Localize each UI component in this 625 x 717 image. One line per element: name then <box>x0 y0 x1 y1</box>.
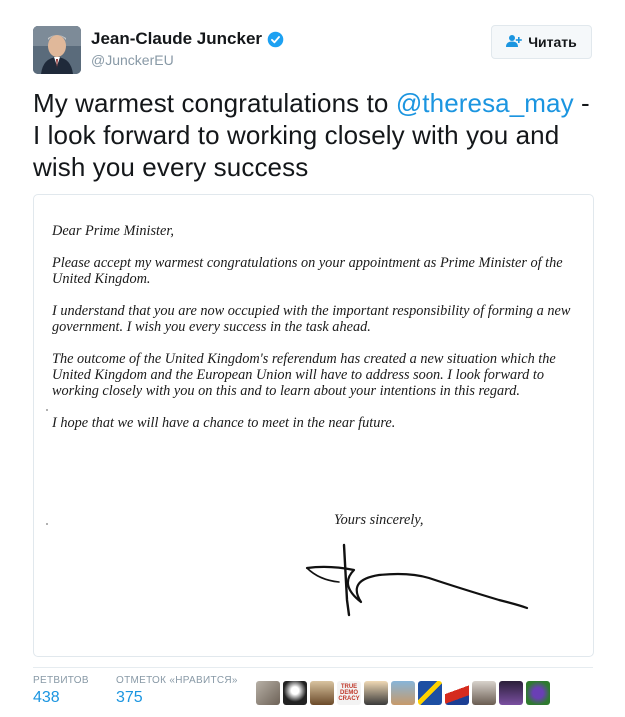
scan-dot <box>46 523 48 525</box>
author-name[interactable]: Jean-Claude Juncker <box>91 29 262 49</box>
liker-avatar[interactable] <box>418 681 442 705</box>
follow-user-icon <box>506 34 523 51</box>
signature-image <box>305 543 529 617</box>
letter-paragraph: I understand that you are now occupied w… <box>52 303 571 335</box>
likes-count[interactable]: 375 <box>116 689 143 707</box>
verified-badge-icon <box>267 31 284 48</box>
tweet-text-part-1: My warmest congratulations to <box>33 88 396 118</box>
letter-body: Dear Prime Minister, Please accept my wa… <box>52 223 577 447</box>
liker-avatar[interactable] <box>283 681 307 705</box>
mention-link[interactable]: @theresa_may <box>396 88 574 118</box>
letter-paragraph: The outcome of the United Kingdom's refe… <box>52 351 556 399</box>
liker-avatar[interactable] <box>445 681 469 705</box>
likes-label[interactable]: ОТМЕТОК «НРАВИТСЯ» <box>116 675 238 686</box>
liker-badge-text: TRUE DEMO CRACY <box>338 684 360 702</box>
liker-avatar[interactable] <box>472 681 496 705</box>
liker-avatar[interactable] <box>526 681 550 705</box>
tweet-text: My warmest congratulations to @theresa_m… <box>33 87 598 183</box>
liker-avatar[interactable] <box>499 681 523 705</box>
liker-avatar[interactable] <box>391 681 415 705</box>
letter-paragraph: I hope that we will have a chance to mee… <box>52 415 396 431</box>
liker-avatar[interactable] <box>256 681 280 705</box>
liker-avatar[interactable] <box>310 681 334 705</box>
retweets-count[interactable]: 438 <box>33 689 60 707</box>
author-handle[interactable]: @JunckerEU <box>91 52 174 68</box>
follow-button-label: Читать <box>528 34 577 50</box>
liker-avatar[interactable]: TRUE DEMO CRACY <box>337 681 361 705</box>
scan-dot <box>46 409 48 411</box>
letter-paragraph: Please accept my warmest congratulations… <box>52 255 563 287</box>
liker-avatar[interactable] <box>364 681 388 705</box>
follow-button[interactable]: Читать <box>491 25 592 59</box>
author-name-row[interactable]: Jean-Claude Juncker <box>91 29 284 49</box>
letter-closing: Yours sincerely, <box>334 512 424 528</box>
letter-image[interactable]: Dear Prime Minister, Please accept my wa… <box>33 194 594 657</box>
letter-paragraph: Dear Prime Minister, <box>52 223 174 239</box>
retweets-label[interactable]: РЕТВИТОВ <box>33 675 89 686</box>
author-avatar[interactable] <box>33 26 81 74</box>
divider <box>33 667 593 668</box>
likers-avatars: TRUE DEMO CRACY <box>256 681 550 705</box>
